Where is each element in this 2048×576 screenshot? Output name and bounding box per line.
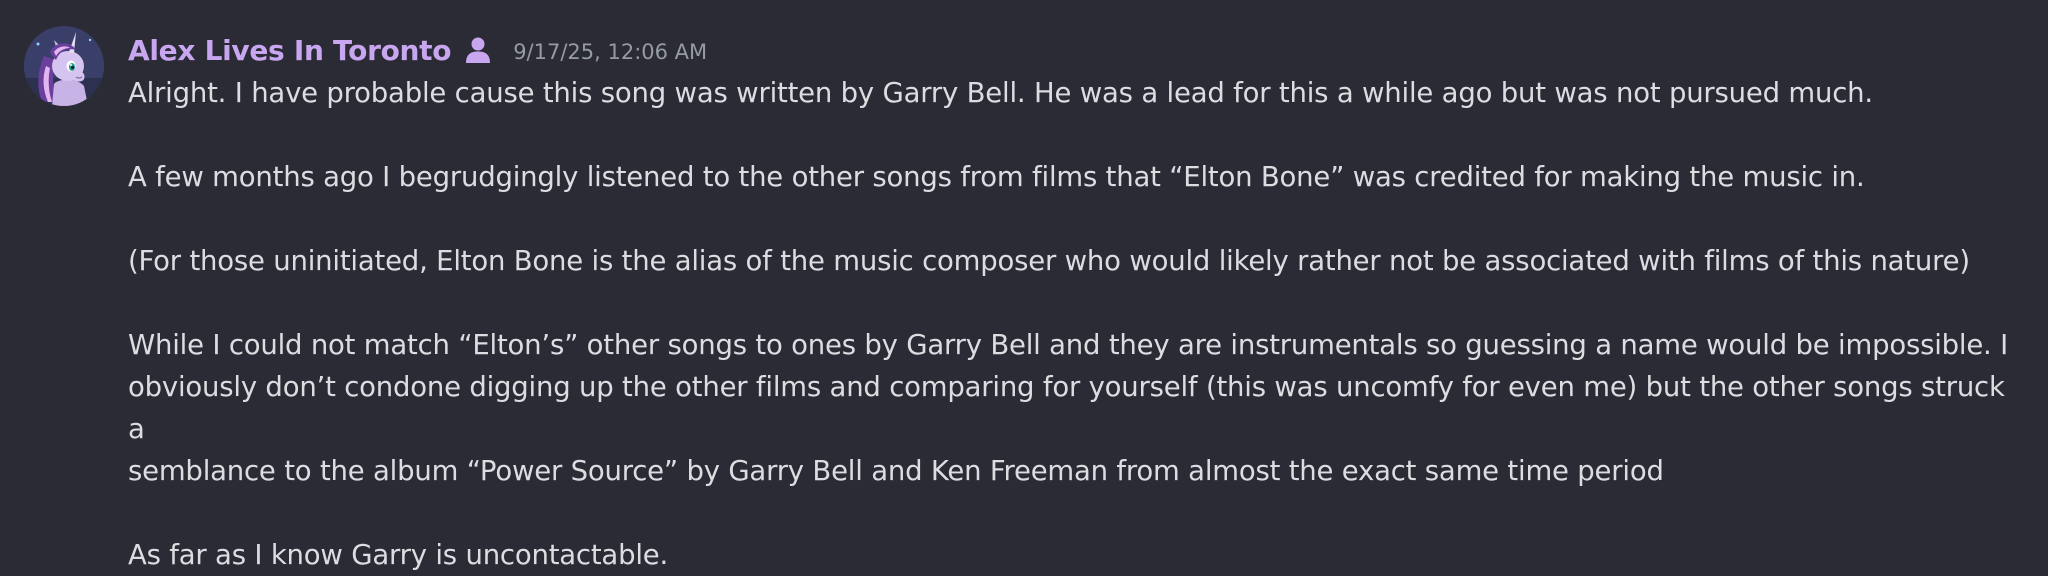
avatar[interactable] xyxy=(24,26,104,106)
message-paragraph: As far as I know Garry is uncontactable. xyxy=(128,539,669,571)
message-paragraph: (For those uninitiated, Elton Bone is th… xyxy=(128,245,1970,277)
username[interactable]: Alex Lives In Toronto xyxy=(128,34,451,67)
message-paragraph: While I could not match “Elton’s” other … xyxy=(128,329,2009,487)
timestamp: 9/17/25, 12:06 AM xyxy=(513,40,708,64)
message-content: Alright. I have probable cause this song… xyxy=(128,72,2028,576)
message-paragraph: A few months ago I begrudgingly listened… xyxy=(128,161,1865,193)
message-header: Alex Lives In Toronto 9/17/25, 12:06 AM xyxy=(128,30,707,70)
user-icon[interactable] xyxy=(465,36,491,64)
message-paragraph: Alright. I have probable cause this song… xyxy=(128,77,1873,109)
pony-avatar-icon xyxy=(24,26,104,106)
chat-message: Alex Lives In Toronto 9/17/25, 12:06 AM … xyxy=(0,0,2048,571)
